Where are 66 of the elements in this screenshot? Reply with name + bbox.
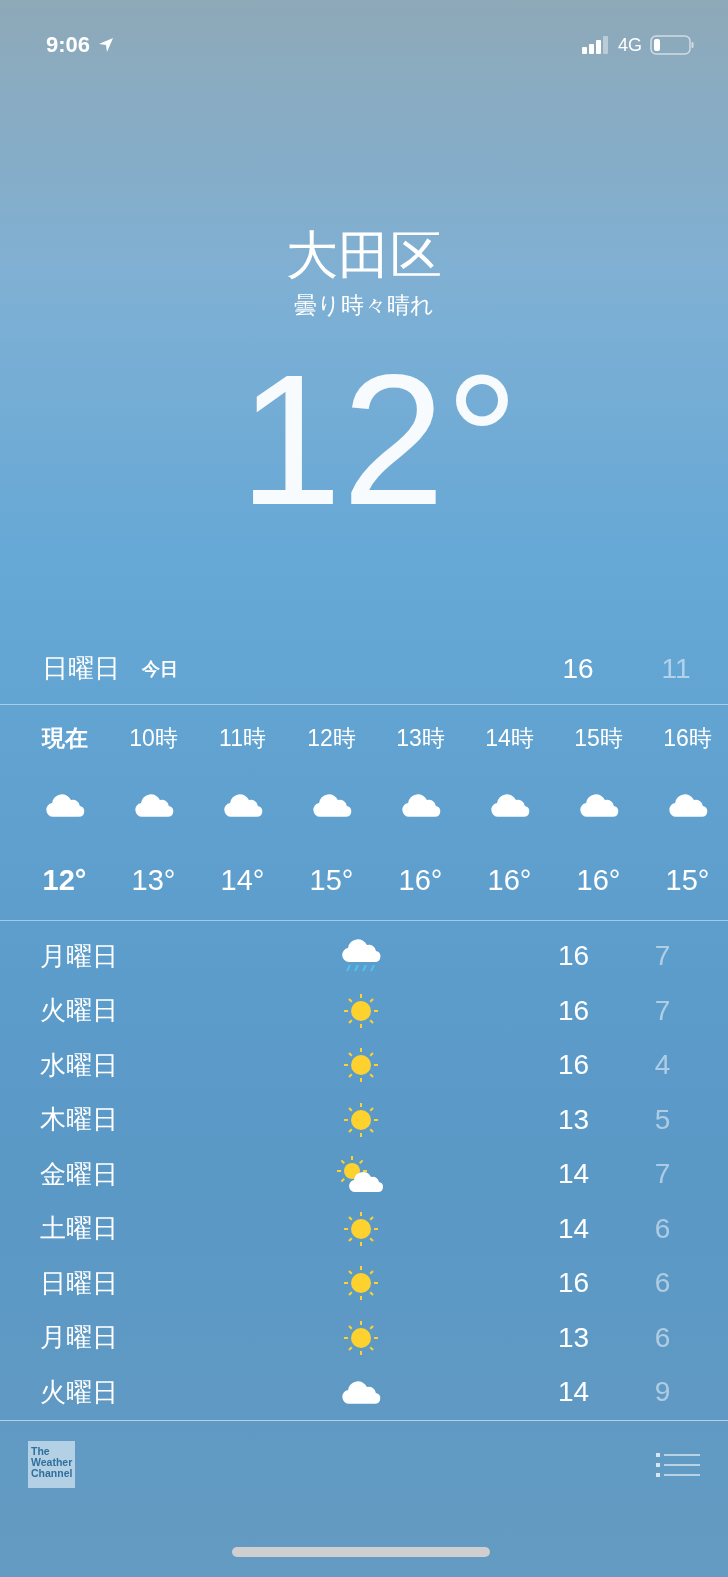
hour-label: 10時 [129,724,178,753]
list-icon[interactable] [656,1452,700,1479]
weather-channel-logo[interactable]: The Weather Channel [28,1440,75,1488]
day-name: 金曜日 [40,1157,119,1191]
hour-label: 12時 [307,724,356,753]
cloud-icon [578,792,619,818]
cloud-icon [400,792,441,818]
high-temperature: 13 [556,1321,591,1354]
battery-icon [650,35,694,55]
hour-temperature: 13° [131,863,176,897]
network-label: 4G [618,34,642,56]
hour-label: 14時 [485,724,534,753]
high-temperature: 16 [556,1049,591,1082]
day-name: 月曜日 [40,939,119,973]
hour-temperature: 12° [42,863,87,897]
hour-label: 現在 [41,724,88,753]
hour-label: 13時 [396,724,445,753]
high-temperature: 14 [556,1158,591,1191]
current-temperature: 12° [238,340,519,540]
low-temperature: 7 [653,940,672,973]
cloud-icon [341,1379,381,1405]
day-name: 木曜日 [40,1103,119,1137]
cloud-icon [222,792,263,818]
high-temperature: 14 [556,1212,591,1245]
hour-temperature: 16° [398,863,443,897]
day-name: 水曜日 [40,1048,119,1082]
cloud-icon [311,792,352,818]
hour-label: 16時 [663,724,712,753]
low-temperature: 5 [653,1103,672,1136]
hour-temperature: 14° [220,863,265,897]
cloud-icon [489,792,530,818]
cloud-icon [133,792,174,818]
high-temperature: 16 [561,652,595,685]
low-temperature: 7 [653,994,672,1027]
hour-temperature: 16° [576,863,621,897]
low-temperature: 7 [653,1158,672,1191]
high-temperature: 16 [556,994,591,1027]
today-label: 今日 [142,657,179,681]
high-temperature: 16 [556,1267,591,1300]
weather-condition: 曇り時々晴れ [294,291,434,320]
low-temperature: 6 [653,1267,672,1300]
day-name: 日曜日 [42,652,120,685]
hour-temperature: 16° [487,863,532,897]
low-temperature: 6 [653,1321,672,1354]
hour-temperature: 15° [309,863,354,897]
hour-temperature: 15° [665,863,710,897]
day-name: 火曜日 [40,994,119,1028]
day-name: 火曜日 [40,1375,119,1409]
low-temperature: 4 [653,1049,672,1082]
hour-label: 11時 [219,724,266,753]
day-name: 土曜日 [40,1212,119,1246]
low-temperature: 11 [660,652,692,685]
cloud-icon [667,792,708,818]
signal-icon [582,36,610,54]
status-time: 9:06 [46,32,91,58]
high-temperature: 13 [556,1103,591,1136]
hour-label: 15時 [574,724,623,753]
cloud-icon [44,792,85,818]
low-temperature: 6 [653,1212,672,1245]
location-arrow-icon [98,37,115,53]
low-temperature: 9 [653,1376,672,1409]
high-temperature: 14 [556,1376,591,1409]
city-name: 大田区 [286,225,442,285]
day-name: 日曜日 [40,1266,119,1300]
day-name: 月曜日 [40,1321,119,1355]
high-temperature: 16 [556,940,591,973]
